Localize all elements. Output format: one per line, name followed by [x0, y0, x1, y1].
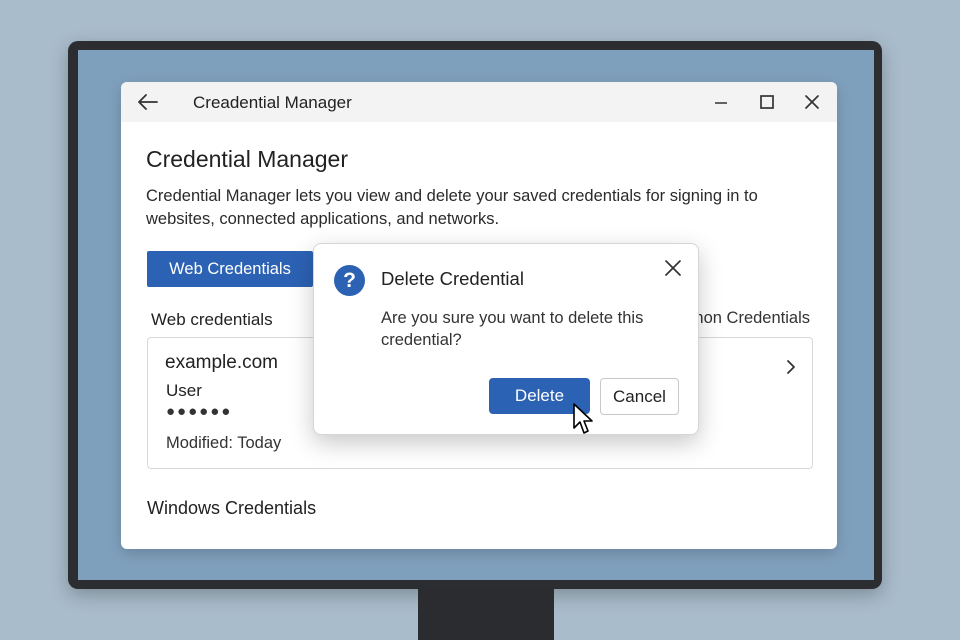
credential-site: example.com	[165, 352, 278, 373]
page-description: Credential Manager lets you view and del…	[146, 187, 758, 228]
mouse-pointer-icon	[573, 403, 593, 434]
web-credentials-heading: Web credentials	[151, 310, 273, 329]
dialog-message: Are you sure you want to delete this cre…	[381, 309, 644, 349]
dialog-title: Delete Credential	[381, 268, 524, 289]
credential-user: User	[166, 381, 202, 400]
cancel-button[interactable]: Cancel	[600, 378, 679, 415]
minimize-icon[interactable]	[711, 92, 731, 112]
close-icon[interactable]	[664, 259, 682, 277]
credential-password-mask: ●●●●●●	[166, 403, 233, 420]
credential-modified: Modified: Today	[166, 434, 282, 452]
delete-credential-dialog: ? Delete Credential Are you sure you wan…	[313, 243, 699, 435]
page-title: Credential Manager	[146, 146, 349, 172]
title-bar: Creadential Manager	[121, 82, 837, 122]
windows-credentials-heading[interactable]: Windows Credentials	[147, 498, 316, 519]
tab-web-credentials[interactable]: Web Credentials	[147, 251, 313, 287]
window-title: Creadential Manager	[193, 93, 352, 112]
question-icon: ?	[334, 265, 365, 296]
back-arrow-icon[interactable]	[137, 92, 159, 112]
monitor-stand	[418, 589, 554, 640]
tab-windows-credentials[interactable]: non Credentials	[694, 309, 810, 328]
chevron-right-icon[interactable]	[784, 358, 798, 376]
close-icon[interactable]	[802, 92, 822, 112]
maximize-icon[interactable]	[757, 92, 777, 112]
